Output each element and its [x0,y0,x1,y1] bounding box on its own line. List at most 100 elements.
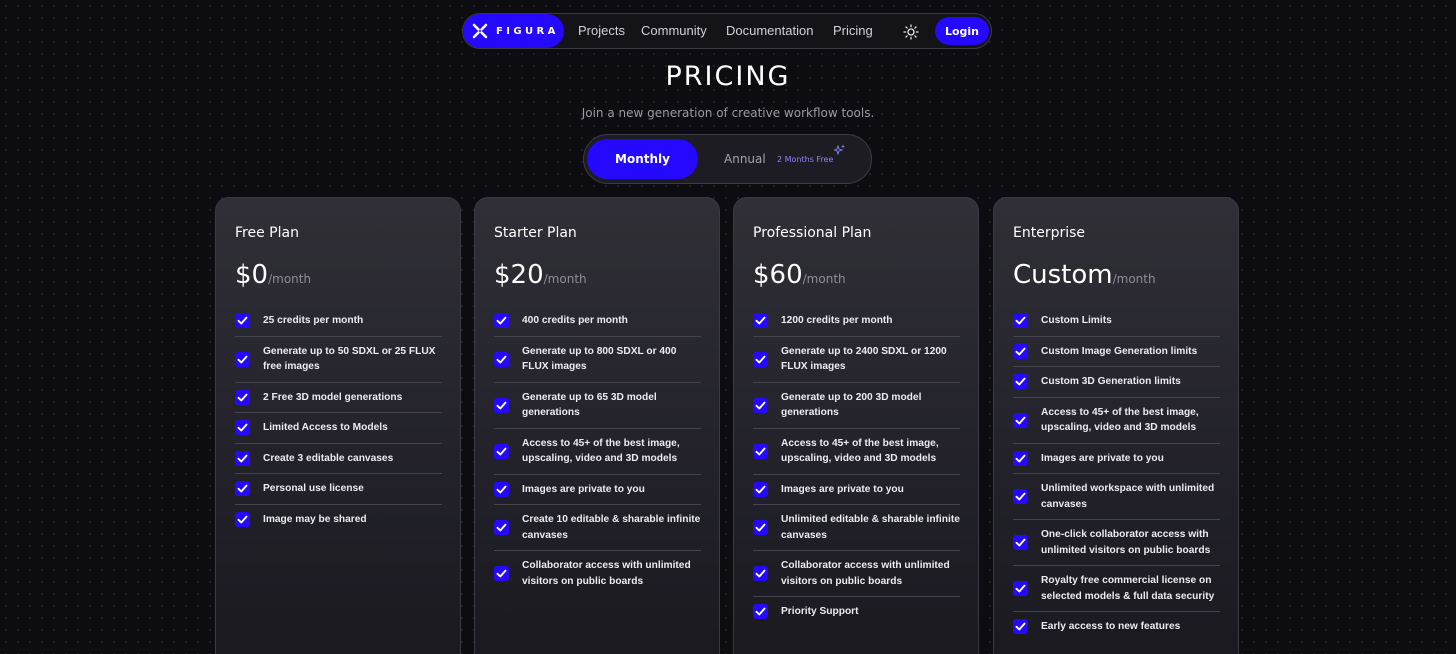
feature-item: Custom Limits [1013,306,1220,337]
feature-item: Custom 3D Generation limits [1013,367,1220,398]
feature-item: Image may be shared [235,505,442,535]
plan-name: Enterprise [1013,225,1086,241]
feature-item: Access to 45+ of the best image, upscali… [753,429,960,475]
feature-item: Priority Support [753,597,960,627]
plan-period: /month [802,272,846,286]
check-icon [1013,619,1028,635]
check-icon [753,604,768,620]
check-icon [1013,535,1028,550]
feature-text: Access to 45+ of the best image, upscali… [781,437,939,465]
feature-text: Custom 3D Generation limits [1041,376,1181,387]
feature-text: Early access to new features [1041,621,1181,632]
plan-name: Professional Plan [753,225,872,241]
check-icon [1013,313,1028,329]
feature-text: 25 credits per month [263,315,364,326]
plan-price-row: $20/month [494,260,587,290]
check-icon [753,397,768,413]
check-icon [1013,412,1028,428]
plan-price-row: $60/month [753,260,846,290]
check-icon [1013,581,1028,596]
feature-item: Generate up to 800 SDXL or 400 FLUX imag… [494,337,701,383]
feature-item: Access to 45+ of the best image, upscali… [1013,398,1220,444]
feature-text: Images are private to you [522,483,645,495]
plan-price: Custom [1013,260,1113,290]
feature-item: Images are private to you [753,475,960,505]
plan-period: /month [1112,272,1156,286]
feature-text: Generate up to 2400 SDXL or 1200 FLUX im… [781,345,947,373]
logo[interactable]: FIGURA [463,14,564,48]
plan-name: Free Plan [235,225,299,241]
feature-list: 400 credits per month Generate up to 800 … [494,306,701,596]
feature-item: Unlimited workspace with unlimited canva… [1013,474,1220,520]
feature-item: Unlimited editable & sharable infinite c… [753,505,960,551]
nav-link-pricing[interactable]: Pricing [833,23,873,38]
feature-text: Generate up to 65 3D model generations [522,391,657,419]
page-title: PRICING [665,61,791,92]
check-icon [753,313,768,329]
figura-logo-icon [472,23,488,39]
monthly-toggle-button[interactable]: Monthly [587,139,698,179]
check-icon [235,450,250,466]
plan-price: $60 [753,260,803,290]
feature-text: Custom Limits [1041,315,1112,326]
plan-card: Starter Plan $20/month 400 credits per mon… [474,197,720,654]
check-icon [753,351,768,367]
feature-text: Collaborator access with unlimited visit… [781,560,950,587]
feature-text: Custom Image Generation limits [1041,345,1198,357]
feature-text: Access to 45+ of the best image, upscali… [522,437,680,465]
feature-item: Images are private to you [494,475,701,505]
feature-text: Unlimited editable & sharable infinite c… [781,514,960,541]
plan-period: /month [543,272,587,286]
logo-text: FIGURA [496,25,559,37]
feature-text: 2 Free 3D model generations [263,391,403,403]
feature-text: Limited Access to Models [263,422,388,433]
check-icon [494,313,509,329]
annual-toggle-button[interactable]: Annual [724,152,766,166]
feature-text: Priority Support [781,606,859,617]
check-icon [494,351,509,367]
feature-text: Unlimited workspace with unlimited canva… [1041,483,1215,510]
feature-text: Access to 45+ of the best image, upscali… [1041,406,1199,434]
login-button[interactable]: Login [935,17,989,45]
feature-item: Generate up to 50 SDXL or 25 FLUX free i… [235,337,442,383]
feature-item: Collaborator access with unlimited visit… [753,551,960,597]
check-icon [753,566,768,581]
page-subtitle: Join a new generation of creative workfl… [581,106,875,120]
feature-item: 25 credits per month [235,306,442,337]
nav-link-documentation[interactable]: Documentation [726,23,813,38]
plan-price: $20 [494,260,544,290]
feature-item: One-click collaborator access with unlim… [1013,520,1220,566]
nav-link-projects[interactable]: Projects [578,23,625,38]
check-icon [494,566,509,581]
check-icon [494,520,509,535]
check-icon [1013,489,1028,504]
feature-item: 1200 credits per month [753,306,960,337]
feature-text: Image may be shared [263,513,367,525]
check-icon [235,511,250,527]
feature-list: 1200 credits per month Generate up to 240… [753,306,960,627]
top-nav: FIGURA Projects Community Documentation … [462,13,992,49]
sparkle-icon [834,144,845,156]
check-icon [1013,343,1028,359]
plan-price-row: Custom/month [1013,260,1156,290]
feature-text: 400 credits per month [522,315,628,326]
feature-item: Royalty free commercial license on selec… [1013,566,1220,612]
plan-name: Starter Plan [494,225,577,241]
nav-link-community[interactable]: Community [641,23,707,38]
feature-item: Limited Access to Models [235,413,442,444]
feature-item: Access to 45+ of the best image, upscali… [494,429,701,475]
feature-item: 400 credits per month [494,306,701,337]
feature-text: One-click collaborator access with unlim… [1041,529,1211,556]
plan-price-row: $0/month [235,260,311,290]
feature-text: Create 10 editable & sharable infinite c… [522,514,701,541]
feature-text: Collaborator access with unlimited visit… [522,560,691,587]
sun-icon[interactable] [903,24,919,40]
feature-item: Generate up to 2400 SDXL or 1200 FLUX im… [753,337,960,383]
feature-item: 2 Free 3D model generations [235,383,442,413]
check-icon [235,389,250,405]
check-icon [235,313,250,329]
feature-item: Personal use license [235,474,442,505]
feature-text: Generate up to 200 3D model generations [781,391,922,419]
feature-text: Create 3 editable canvases [263,452,394,464]
feature-item: Create 3 editable canvases [235,444,442,474]
